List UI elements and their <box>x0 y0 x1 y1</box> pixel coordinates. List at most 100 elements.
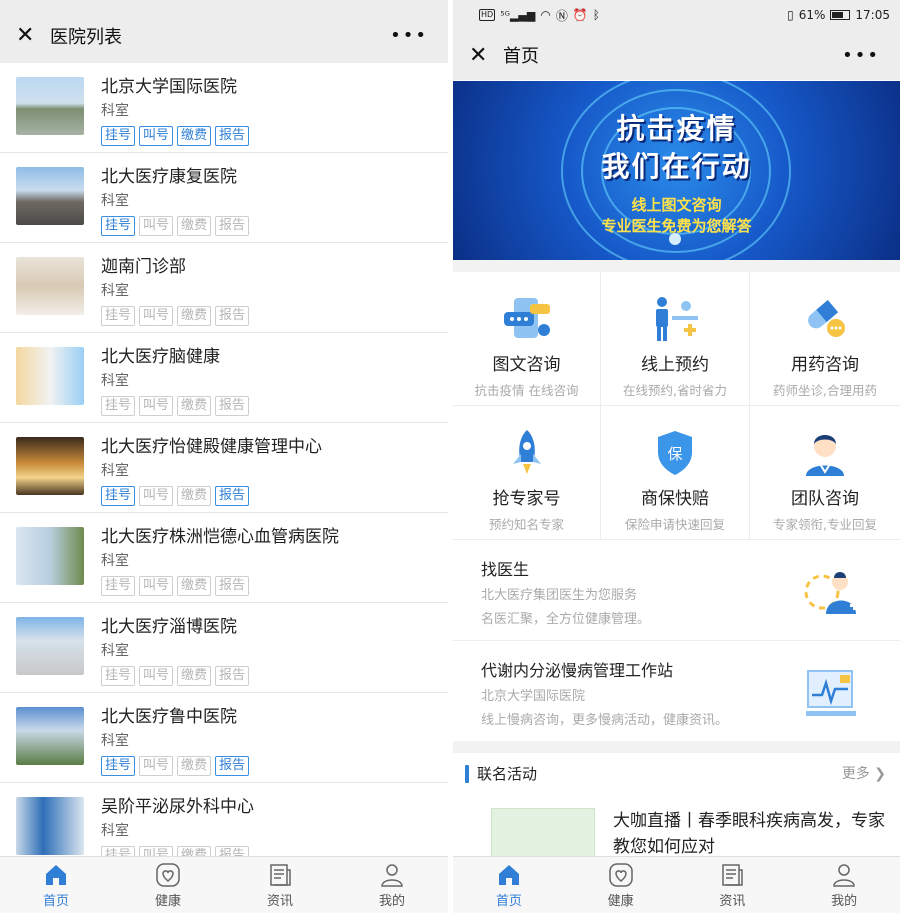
department-link[interactable]: 科室 <box>101 283 249 299</box>
service-tag[interactable]: 叫号 <box>139 576 174 596</box>
close-icon[interactable]: ✕ <box>469 43 499 68</box>
service-label: 线上预约 <box>641 355 709 375</box>
tab-mine[interactable]: 我的 <box>336 857 448 913</box>
tab-home[interactable]: 首页 <box>0 857 112 913</box>
service-tag[interactable]: 挂号 <box>101 846 136 856</box>
service-tag[interactable]: 缴费 <box>177 486 212 506</box>
hospital-item[interactable]: 迦南门诊部 科室 挂号 叫号 缴费 报告 <box>0 243 448 333</box>
card-line: 线上慢病咨询，更多慢病活动，健康资讯。 <box>481 713 729 728</box>
card-line: 北京大学国际医院 <box>481 689 586 704</box>
battery-percent: 61% <box>798 8 826 22</box>
hospital-item[interactable]: 吴阶平泌尿外科中心科室挂号 叫号 缴费 报告 <box>0 783 448 856</box>
tab-bar: 首页 健康 资讯 我的 <box>0 856 448 913</box>
department-link[interactable]: 科室 <box>101 733 249 749</box>
service-tag[interactable]: 挂号 <box>101 756 136 776</box>
hospital-item[interactable]: 北大医疗鲁中医院 科室 挂号 叫号 缴费 报告 <box>0 693 448 783</box>
service-tag[interactable]: 报告 <box>215 756 250 776</box>
page-title: 医院列表 <box>50 26 122 48</box>
department-link[interactable]: 科室 <box>101 193 249 209</box>
chat-phone-icon <box>503 298 550 338</box>
service-tag[interactable]: 缴费 <box>177 576 212 596</box>
service-online-appointment[interactable]: 线上预约 在线预约,省时省力 <box>601 272 750 406</box>
service-tag[interactable]: 挂号 <box>101 576 136 596</box>
banner[interactable]: 抗击疫情 我们在行动 线上图文咨询 专业医生免费为您解答 <box>453 81 900 260</box>
nav-bar: ✕ 首页 ••• <box>453 30 900 80</box>
close-icon[interactable]: ✕ <box>16 23 46 48</box>
department-link[interactable]: 科室 <box>101 643 249 659</box>
hospital-name: 吴阶平泌尿外科中心 <box>101 797 254 817</box>
tab-home[interactable]: 首页 <box>453 857 565 913</box>
service-insurance-claim[interactable]: 保 商保快赔 保险申请快速回复 <box>601 406 750 540</box>
service-tag[interactable]: 缴费 <box>177 756 212 776</box>
hospital-item[interactable]: 北大医疗脑健康 科室 挂号 叫号 缴费 报告 <box>0 333 448 423</box>
service-tag[interactable]: 挂号 <box>101 666 136 686</box>
tab-health[interactable]: 健康 <box>565 857 677 913</box>
status-bar: HD ⁵ᴳ▂▄▆ ◠ Ⓝ ⏰ ᛒ ▯ 61% 17:05 <box>453 0 900 30</box>
service-tags: 挂号 叫号 缴费 报告 <box>101 666 250 686</box>
tab-label: 我的 <box>378 893 405 909</box>
department-link[interactable]: 科室 <box>101 103 249 119</box>
hospital-item[interactable]: 北大医疗康复医院 科室 挂号 叫号 缴费 报告 <box>0 153 448 243</box>
hospital-name: 北大医疗淄博医院 <box>101 617 237 637</box>
service-tag[interactable]: 报告 <box>215 126 250 146</box>
service-tag[interactable]: 挂号 <box>101 486 136 506</box>
service-tag[interactable]: 叫号 <box>139 306 174 326</box>
service-tag[interactable]: 报告 <box>215 216 250 236</box>
tab-news[interactable]: 资讯 <box>224 857 336 913</box>
service-tag[interactable]: 缴费 <box>177 306 212 326</box>
department-link[interactable]: 科室 <box>101 373 249 389</box>
service-team-consult[interactable]: 团队咨询 专家领衔,专业回复 <box>750 406 900 540</box>
service-tag[interactable]: 挂号 <box>101 216 136 236</box>
hospital-item[interactable]: 北大医疗怡健殿健康管理中心 科室 挂号 叫号 缴费 报告 <box>0 423 448 513</box>
service-tag[interactable]: 缴费 <box>177 126 212 146</box>
service-tag[interactable]: 报告 <box>215 306 250 326</box>
service-tag[interactable]: 叫号 <box>139 846 174 856</box>
hospital-item[interactable]: 北大医疗淄博医院科室挂号 叫号 缴费 报告 <box>0 603 448 693</box>
service-desc: 抗击疫情 在线咨询 <box>474 383 579 398</box>
service-graphic-consult[interactable]: 图文咨询 抗击疫情 在线咨询 <box>453 272 601 406</box>
more-icon[interactable]: ••• <box>390 25 428 46</box>
department-link[interactable]: 科室 <box>101 553 339 569</box>
service-tag[interactable]: 挂号 <box>101 396 136 416</box>
service-tags: 挂号 叫号 缴费 报告 <box>101 216 250 236</box>
tab-health[interactable]: 健康 <box>112 857 224 913</box>
service-tag[interactable]: 报告 <box>215 576 250 596</box>
banner-headline-2: 我们在行动 <box>601 150 752 183</box>
service-expert-booking[interactable]: 抢专家号 预约知名专家 <box>453 406 601 540</box>
service-tag[interactable]: 报告 <box>215 846 250 856</box>
service-tag[interactable]: 叫号 <box>139 756 174 776</box>
section-gap <box>453 260 900 272</box>
doctor-icon <box>806 435 844 476</box>
department-link[interactable]: 科室 <box>101 463 322 479</box>
department-link[interactable]: 科室 <box>101 823 254 839</box>
hospital-info: 北京大学国际医院 科室 挂号 叫号 缴费 报告 <box>101 77 250 152</box>
service-tag[interactable]: 叫号 <box>139 126 174 146</box>
hospital-item[interactable]: 北大医疗株洲恺德心血管病医院 科室 挂号 叫号 缴费 报告 <box>0 513 448 603</box>
service-tag[interactable]: 缴费 <box>177 216 212 236</box>
metabolic-station-card[interactable]: 代谢内分泌慢病管理工作站 北京大学国际医院 线上慢病咨询，更多慢病活动，健康资讯… <box>453 641 900 741</box>
service-tag[interactable]: 报告 <box>215 666 250 686</box>
more-icon[interactable]: ••• <box>842 45 880 66</box>
hospital-item[interactable]: 北京大学国际医院 科室 挂号 叫号 缴费 报告 <box>0 63 448 153</box>
vibrate-icon: ▯ <box>787 8 794 22</box>
service-tag[interactable]: 挂号 <box>101 126 136 146</box>
service-tag[interactable]: 报告 <box>215 486 250 506</box>
service-tag[interactable]: 报告 <box>215 396 250 416</box>
service-tag[interactable]: 叫号 <box>139 666 174 686</box>
find-doctor-card[interactable]: 找医生 北大医疗集团医生为您服务 名医汇聚，全方位健康管理。 <box>453 540 900 641</box>
service-tag[interactable]: 缴费 <box>177 396 212 416</box>
tab-mine[interactable]: 我的 <box>788 857 900 913</box>
service-tags: 挂号 叫号 缴费 报告 <box>101 126 250 146</box>
service-tag[interactable]: 挂号 <box>101 306 136 326</box>
user-icon <box>381 863 403 887</box>
service-desc: 在线预约,省时省力 <box>623 383 727 398</box>
service-tag[interactable]: 缴费 <box>177 846 212 856</box>
service-medication-consult[interactable]: 用药咨询 药师坐诊,合理用药 <box>750 272 900 406</box>
tab-news[interactable]: 资讯 <box>677 857 789 913</box>
service-tag[interactable]: 叫号 <box>139 396 174 416</box>
svg-text:保: 保 <box>667 445 682 463</box>
more-link[interactable]: 更多 ❯ <box>842 763 886 783</box>
service-tag[interactable]: 叫号 <box>139 216 174 236</box>
service-tag[interactable]: 缴费 <box>177 666 212 686</box>
service-tag[interactable]: 叫号 <box>139 486 174 506</box>
